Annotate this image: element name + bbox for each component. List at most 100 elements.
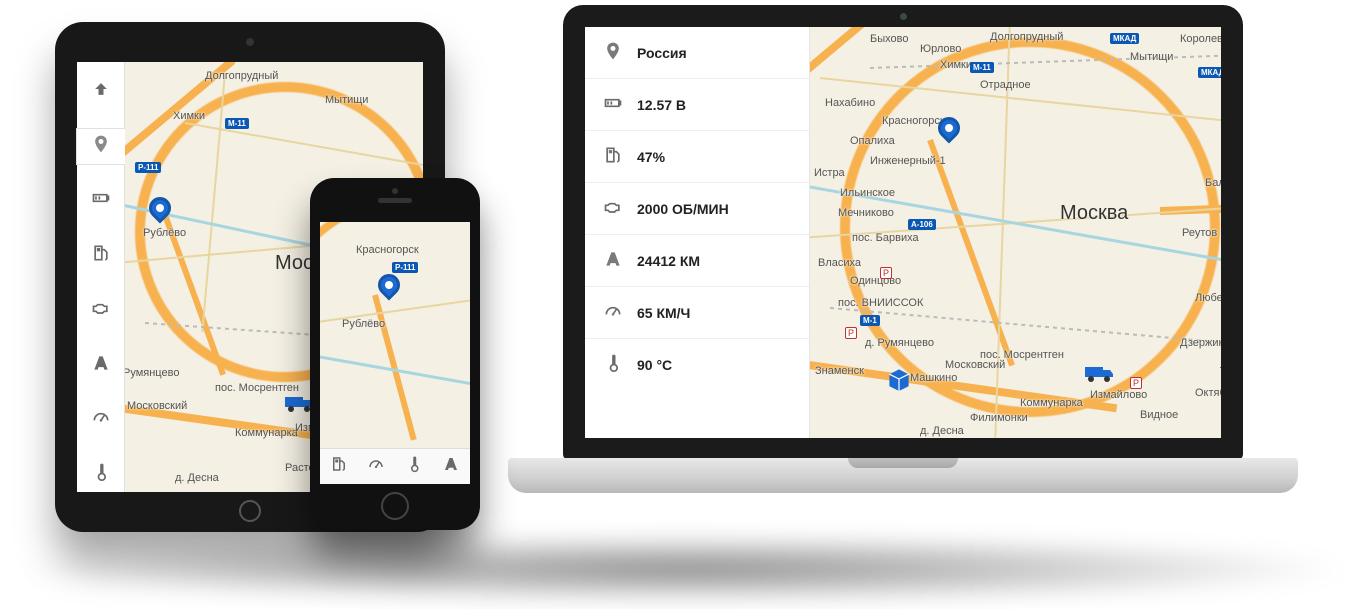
road-icon <box>603 249 623 272</box>
map-label: Филимонки <box>970 412 1028 424</box>
map-label: Машкино <box>910 372 957 384</box>
laptop-base <box>508 458 1298 493</box>
road-badge: М-1 <box>860 315 880 326</box>
speedometer-icon <box>91 407 111 432</box>
phone-home-button[interactable] <box>381 492 409 520</box>
panel-row-battery: 12.57 В <box>585 79 809 131</box>
fuel-icon <box>603 145 623 168</box>
tablet-home-button[interactable] <box>239 500 261 522</box>
panel-value-speed: 65 КМ/Ч <box>637 305 690 321</box>
map-label: Октябрьский <box>1195 387 1221 399</box>
phone-map[interactable]: Красногорск Рублёво Р-111 <box>320 222 470 448</box>
truck-icon[interactable] <box>1085 362 1115 382</box>
bottombar-temp[interactable] <box>405 455 423 478</box>
bottombar-road[interactable] <box>442 455 460 478</box>
map-label: д. Десна <box>175 472 219 484</box>
laptop-screen: Россия 12.57 В 47% 2000 ОБ/МИН 24412 КМ <box>585 27 1221 438</box>
map-label: Ильинское <box>840 187 895 199</box>
map-label: Знаменск <box>815 365 864 377</box>
map-label: Измайлово <box>1090 389 1147 401</box>
panel-row-road: 24412 КМ <box>585 235 809 287</box>
map-label: Химки <box>173 110 205 122</box>
phone-bottombar <box>320 448 470 484</box>
map-label: Рублёво <box>143 227 186 239</box>
map-label: Нахабино <box>825 97 875 109</box>
panel-row-fuel: 47% <box>585 131 809 183</box>
speedometer-icon <box>603 301 623 324</box>
map-label: пос. Барвиха <box>852 232 919 244</box>
fuel-icon <box>91 243 111 268</box>
map-label: Химки <box>940 59 972 71</box>
sidebar-item-road[interactable] <box>77 348 125 383</box>
speedometer-icon <box>367 455 385 478</box>
map-label: Королев <box>1180 33 1221 45</box>
parking-badge: P <box>845 327 857 339</box>
temperature-icon <box>405 455 423 478</box>
panel-row-speed: 65 КМ/Ч <box>585 287 809 339</box>
battery-icon <box>91 188 111 213</box>
sidebar-item-battery[interactable] <box>77 184 125 219</box>
sidebar-item-up[interactable] <box>77 74 125 109</box>
panel-value-engine: 2000 ОБ/МИН <box>637 201 729 217</box>
road-badge: Р-111 <box>135 162 161 173</box>
laptop-map[interactable]: Москва Долгопрудный Мытищи Химки Королев… <box>810 27 1221 438</box>
engine-icon <box>91 298 111 323</box>
fuel-icon <box>330 455 348 478</box>
map-city-label: Москва <box>1060 202 1128 225</box>
map-label: Дзержинский <box>1180 337 1221 349</box>
phone-camera <box>392 188 398 194</box>
map-label: Видное <box>1140 409 1178 421</box>
package-icon[interactable] <box>885 367 913 391</box>
sidebar-item-engine[interactable] <box>77 293 125 328</box>
laptop-device: Россия 12.57 В 47% 2000 ОБ/МИН 24412 КМ <box>508 5 1298 525</box>
road-badge: МКАД <box>1110 33 1139 44</box>
map-label: Красногорск <box>882 115 945 127</box>
road-badge: М-11 <box>970 62 994 73</box>
map-label: Лыткарино <box>1220 359 1221 371</box>
panel-value-temp: 90 °C <box>637 357 672 373</box>
sidebar-item-location[interactable] <box>77 129 125 164</box>
map-label: Люберцы <box>1195 292 1221 304</box>
laptop-telemetry-panel: Россия 12.57 В 47% 2000 ОБ/МИН 24412 КМ <box>585 27 810 438</box>
road-badge: МКАД <box>1198 67 1221 78</box>
map-label: Юрлово <box>920 43 961 55</box>
phone-screen: Красногорск Рублёво Р-111 <box>320 222 470 484</box>
map-label: д. Румянцево <box>865 337 934 349</box>
map-label: д. Десна <box>920 425 964 437</box>
map-label: Быхово <box>870 33 908 45</box>
up-icon <box>91 79 111 104</box>
map-label: Реутов <box>1182 227 1217 239</box>
road-badge: Р-111 <box>392 262 418 273</box>
map-label: Коммунарка <box>235 427 298 439</box>
location-pin-icon <box>91 134 111 159</box>
road-icon <box>91 353 111 378</box>
tablet-sidebar <box>77 62 125 492</box>
panel-row-temp: 90 °C <box>585 339 809 390</box>
map-label: Отрадное <box>980 79 1031 91</box>
phone-speaker <box>378 198 412 203</box>
map-label: Коммунарка <box>1020 397 1083 409</box>
map-label: Долгопрудный <box>990 31 1063 43</box>
map-label: Власиха <box>818 257 861 269</box>
map-label: пос. Мосрентген <box>980 349 1064 361</box>
location-pin-icon <box>603 41 623 64</box>
panel-row-engine: 2000 ОБ/МИН <box>585 183 809 235</box>
sidebar-item-fuel[interactable] <box>77 238 125 273</box>
sidebar-item-temp[interactable] <box>77 457 125 492</box>
map-label: Долгопрудный <box>205 70 278 82</box>
laptop-camera <box>900 13 907 20</box>
map-label: Мытищи <box>325 94 368 106</box>
map-label: Истра <box>814 167 845 179</box>
panel-value-fuel: 47% <box>637 149 665 165</box>
parking-badge: P <box>1130 377 1142 389</box>
map-label: Румянцево <box>125 367 179 379</box>
bottombar-speed[interactable] <box>367 455 385 478</box>
sidebar-item-speed[interactable] <box>77 403 125 438</box>
parking-badge: P <box>880 267 892 279</box>
panel-value-road: 24412 КМ <box>637 253 700 269</box>
phone-device: Красногорск Рублёво Р-111 <box>310 178 480 530</box>
bottombar-fuel[interactable] <box>330 455 348 478</box>
engine-icon <box>603 197 623 220</box>
laptop-lid: Россия 12.57 В 47% 2000 ОБ/МИН 24412 КМ <box>563 5 1243 460</box>
map-label: Мытищи <box>1130 51 1173 63</box>
